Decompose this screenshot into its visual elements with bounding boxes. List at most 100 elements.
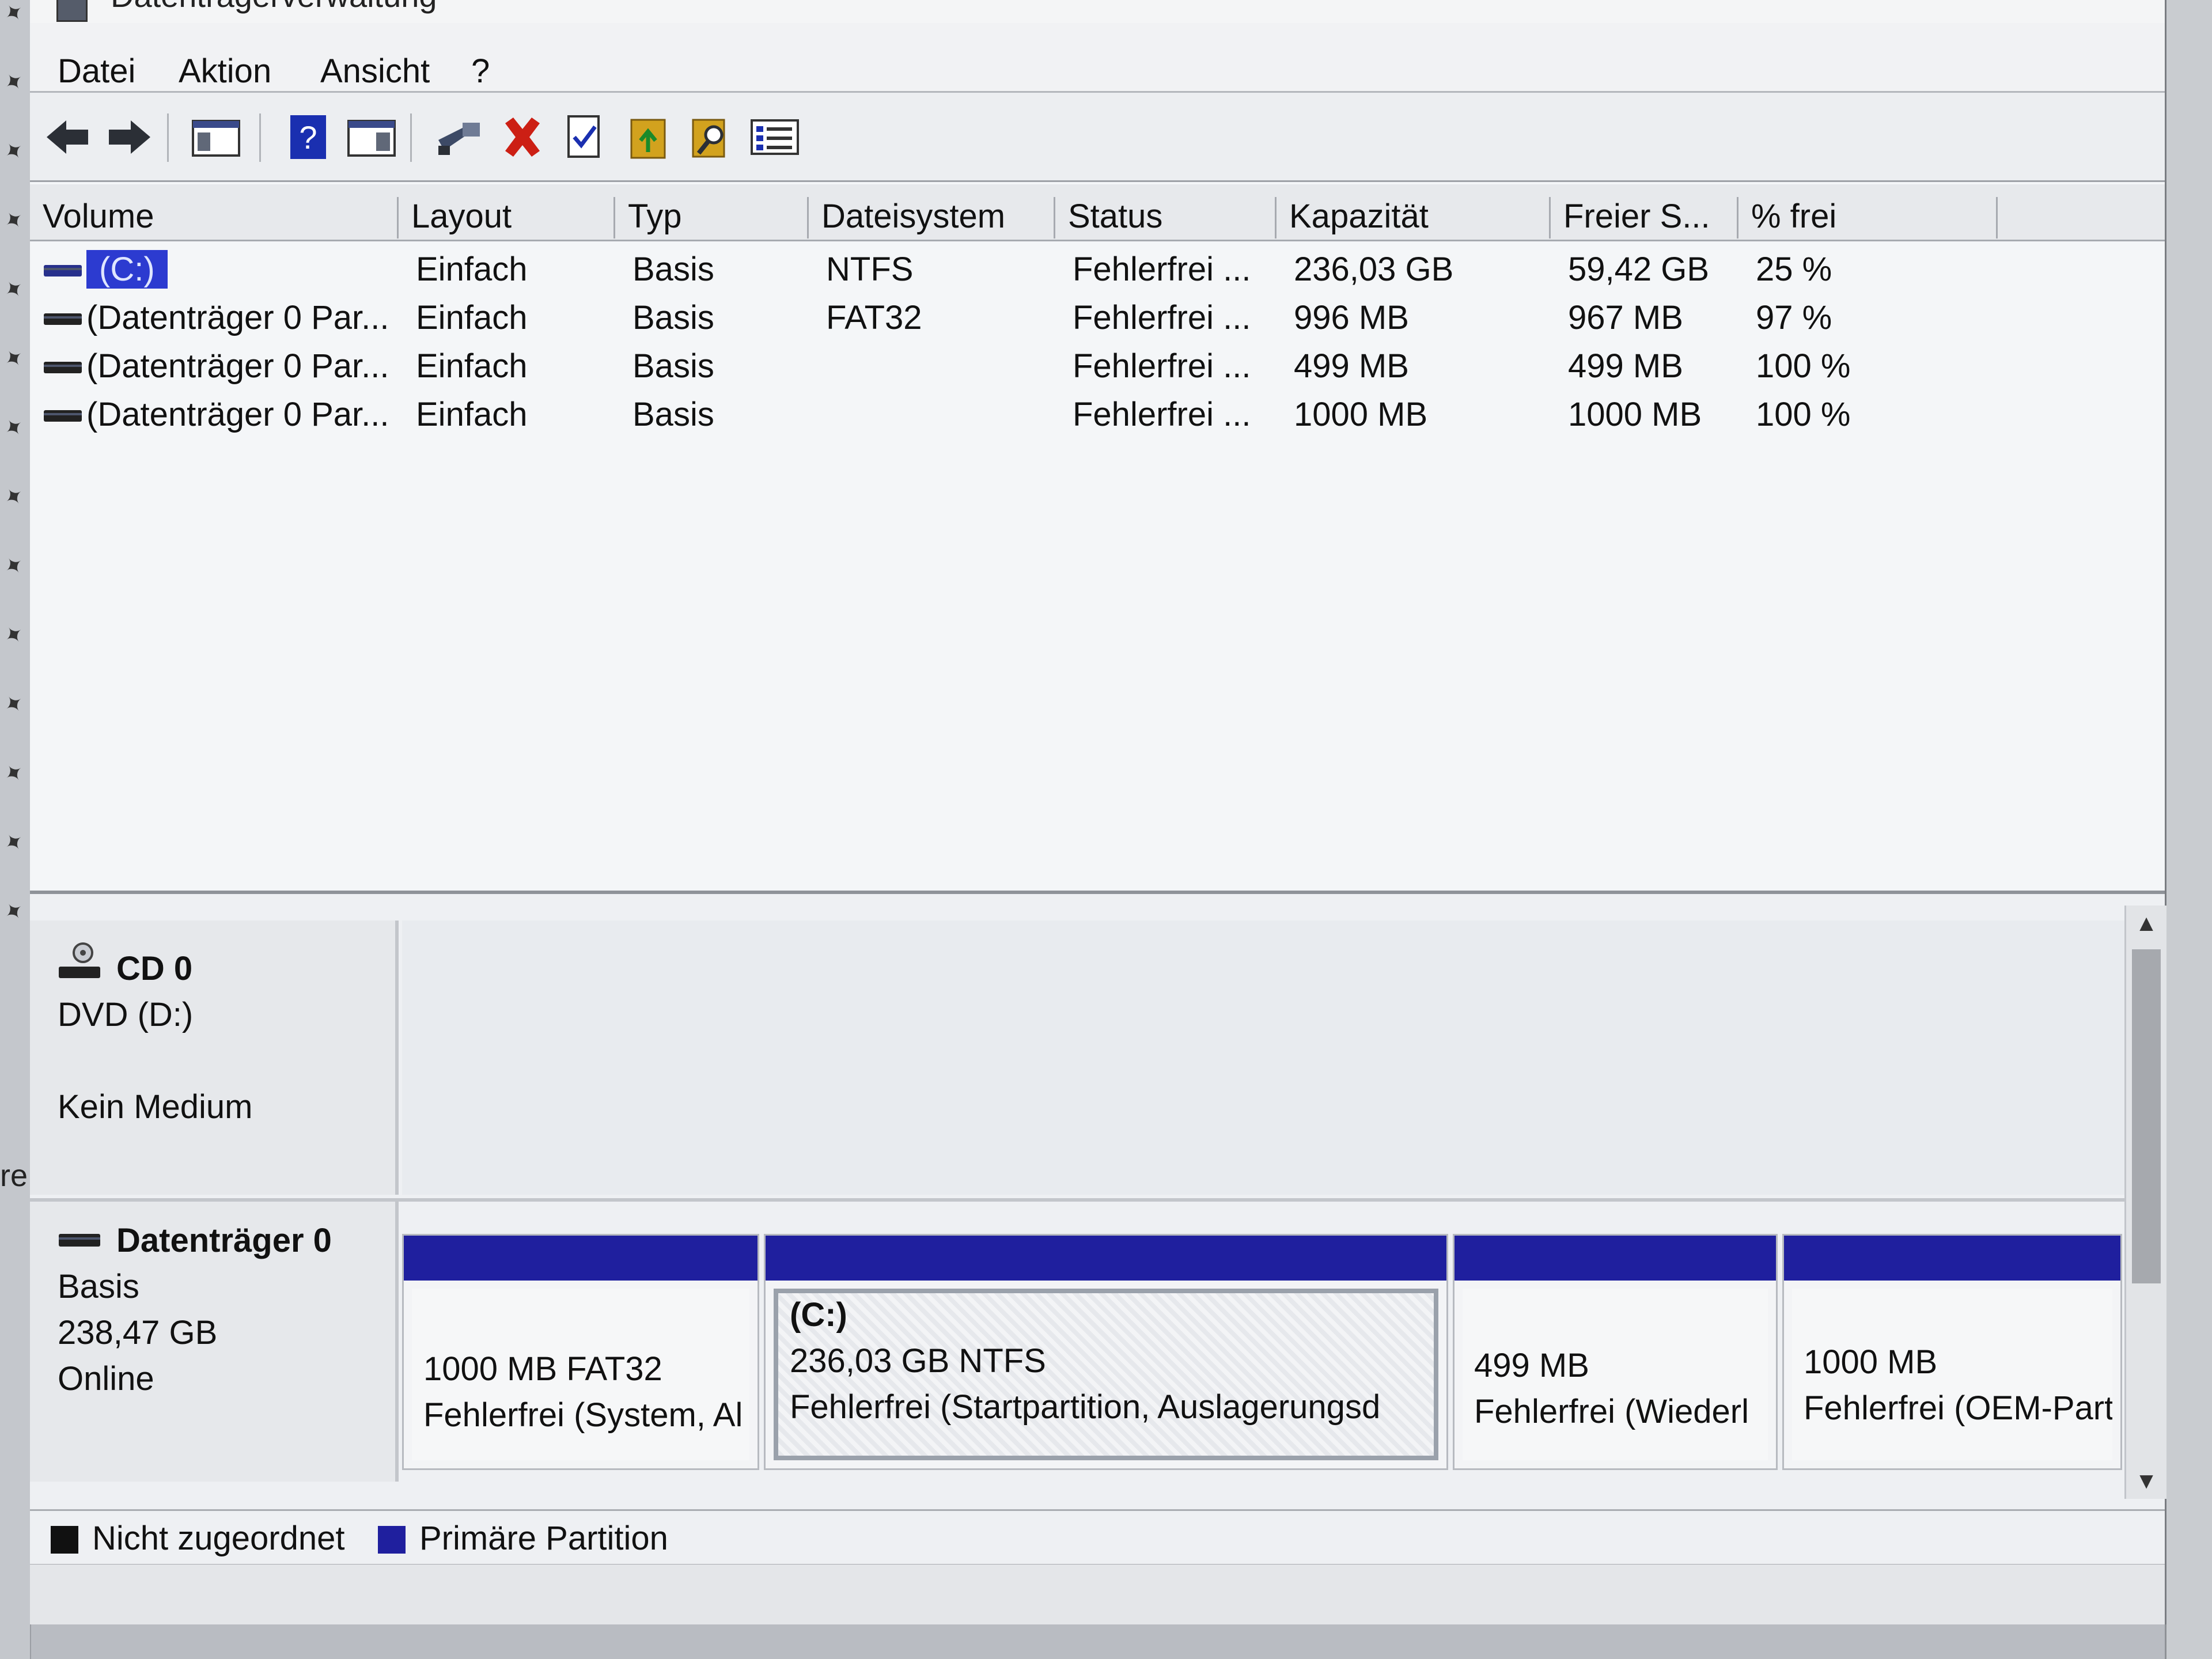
kapazitaet-cell: 1000 MB <box>1294 396 1428 433</box>
partition-body-selected: (C:) 236,03 GB NTFS Fehlerfrei (Startpar… <box>774 1289 1438 1460</box>
pin-icon[interactable]: ✦ <box>0 550 30 583</box>
volume-name: (Datenträger 0 Par... <box>86 396 389 433</box>
scroll-down-icon[interactable]: ▼ <box>2133 1468 2160 1494</box>
pin-icon[interactable]: ✦ <box>0 274 30 306</box>
back-arrow-icon[interactable] <box>41 111 93 163</box>
table-row[interactable]: (Datenträger 0 Par... Einfach Basis Fehl… <box>30 340 2165 388</box>
partition-type-bar <box>1455 1236 1776 1281</box>
partition-body: 1000 MB FAT32 Fehlerfrei (System, Al <box>412 1289 749 1460</box>
cd-drive-icon <box>59 942 100 978</box>
pin-icon[interactable]: ✦ <box>0 896 30 929</box>
volume-name: (C:) <box>86 250 168 289</box>
disk0-label-panel[interactable]: Datenträger 0 Basis 238,47 GB Online <box>30 1202 399 1482</box>
vertical-scrollbar[interactable]: ▲ ▼ <box>2124 906 2166 1499</box>
kapazitaet-cell: 499 MB <box>1294 347 1409 385</box>
title-bar[interactable]: Datenträgerverwaltung <box>30 0 2165 23</box>
table-row[interactable]: (Datenträger 0 Par... Einfach Basis FAT3… <box>30 291 2165 340</box>
partition-c[interactable]: (C:) 236,03 GB NTFS Fehlerfrei (Startpar… <box>764 1234 1448 1470</box>
cd-drive-letter: DVD (D:) <box>58 996 194 1033</box>
menu-ansicht[interactable]: Ansicht <box>320 52 430 90</box>
help-icon[interactable]: ? <box>282 111 334 163</box>
pin-icon[interactable]: ✦ <box>0 66 30 99</box>
column-header-typ[interactable]: Typ <box>615 197 809 238</box>
dateisystem-cell: FAT32 <box>826 299 922 336</box>
import-icon[interactable] <box>622 111 674 163</box>
scroll-thumb[interactable] <box>2132 949 2161 1283</box>
column-header-layout[interactable]: Layout <box>399 197 615 238</box>
pin-icon[interactable]: ✦ <box>0 619 30 652</box>
pin-icon[interactable]: ✦ <box>0 412 30 445</box>
menu-datei[interactable]: Datei <box>58 52 135 90</box>
cd-label-panel[interactable]: CD 0 DVD (D:) Kein Medium <box>30 921 399 1195</box>
partition-body: 499 MB Fehlerfrei (Wiederl <box>1463 1289 1768 1460</box>
layout-cell: Einfach <box>416 251 528 288</box>
cd-partition-area[interactable] <box>402 921 2124 1195</box>
partition-size-fs: 236,03 GB NTFS <box>790 1342 1046 1380</box>
prozent-cell: 25 % <box>1756 251 1832 288</box>
pin-icon[interactable]: ✦ <box>0 343 30 376</box>
legend-label-primary: Primäre Partition <box>419 1520 668 1557</box>
partition-size-fs: 499 MB <box>1474 1347 1589 1384</box>
connect-icon[interactable] <box>433 111 485 163</box>
column-header-dateisystem[interactable]: Dateisystem <box>809 197 1055 238</box>
partition-status: Fehlerfrei (System, Al <box>423 1396 743 1434</box>
status-bar <box>30 1565 2165 1624</box>
volume-list: Volume Layout Typ Dateisystem Status Kap… <box>30 182 2165 894</box>
search-icon[interactable] <box>685 111 737 163</box>
frei-cell: 499 MB <box>1568 347 1683 385</box>
partition-type-bar <box>404 1236 757 1281</box>
partition-type-bar <box>1784 1236 2120 1281</box>
cd-medium-status: Kein Medium <box>58 1088 253 1126</box>
list-view-icon[interactable] <box>749 111 801 163</box>
scroll-up-icon[interactable]: ▲ <box>2133 910 2160 937</box>
pin-icon[interactable]: ✦ <box>0 0 30 29</box>
column-header-prozent-frei[interactable]: % frei <box>1738 197 1998 238</box>
column-header-kapazitaet[interactable]: Kapazität <box>1277 197 1551 238</box>
check-icon[interactable] <box>559 111 611 163</box>
background-window-edge <box>2165 0 2212 1659</box>
prozent-cell: 100 % <box>1756 396 1851 433</box>
menu-help[interactable]: ? <box>471 52 490 90</box>
legend-swatch-primary <box>378 1526 406 1554</box>
toolbar: ? <box>30 93 2165 182</box>
typ-cell: Basis <box>632 396 714 433</box>
pin-icon[interactable]: ✦ <box>0 481 30 514</box>
volume-name: (Datenträger 0 Par... <box>86 299 389 336</box>
pin-icon[interactable]: ✦ <box>0 827 30 859</box>
partition-oem[interactable]: 1000 MB Fehlerfrei (OEM-Partit <box>1782 1234 2122 1470</box>
table-row[interactable]: (Datenträger 0 Par... Einfach Basis Fehl… <box>30 388 2165 437</box>
table-header: Volume Layout Typ Dateisystem Status Kap… <box>30 184 2165 241</box>
disk0-size: 238,47 GB <box>58 1314 218 1351</box>
pin-icon[interactable]: ✦ <box>0 757 30 790</box>
pin-icon[interactable]: ✦ <box>0 204 30 237</box>
disk-icon <box>44 410 82 422</box>
partition-system[interactable]: 1000 MB FAT32 Fehlerfrei (System, Al <box>402 1234 759 1470</box>
disk-graphic-view: CD 0 DVD (D:) Kein Medium Datenträger 0 … <box>30 894 2166 1509</box>
status-cell: Fehlerfrei ... <box>1073 396 1251 433</box>
typ-cell: Basis <box>632 299 714 336</box>
column-header-status[interactable]: Status <box>1055 197 1277 238</box>
status-cell: Fehlerfrei ... <box>1073 299 1251 336</box>
svg-text:?: ? <box>299 119 317 156</box>
partition-type-bar <box>766 1236 1446 1281</box>
disk-management-window: Datenträgerverwaltung Datei Aktion Ansic… <box>30 0 2166 1624</box>
pin-icon[interactable]: ✦ <box>0 135 30 168</box>
menu-aktion[interactable]: Aktion <box>179 52 271 90</box>
table-row[interactable]: (C:) Einfach Basis NTFS Fehlerfrei ... 2… <box>30 243 2165 291</box>
legend-label-unallocated: Nicht zugeordnet <box>92 1520 345 1557</box>
typ-cell: Basis <box>632 347 714 385</box>
status-cell: Fehlerfrei ... <box>1073 347 1251 385</box>
delete-icon[interactable] <box>497 111 548 163</box>
properties-pane-icon[interactable] <box>346 111 397 163</box>
column-header-volume[interactable]: Volume <box>30 197 399 238</box>
column-header-freier-speicher[interactable]: Freier S... <box>1551 197 1738 238</box>
console-tree-icon[interactable] <box>190 111 242 163</box>
partition-size-fs: 1000 MB FAT32 <box>423 1350 662 1388</box>
partition-recovery[interactable]: 499 MB Fehlerfrei (Wiederl <box>1453 1234 1778 1470</box>
pin-icon[interactable]: ✦ <box>0 688 30 721</box>
kapazitaet-cell: 236,03 GB <box>1294 251 1454 288</box>
volume-name: (Datenträger 0 Par... <box>86 347 389 385</box>
toolbar-separator <box>259 113 261 162</box>
disk-icon <box>44 362 82 373</box>
forward-arrow-icon[interactable] <box>104 111 156 163</box>
